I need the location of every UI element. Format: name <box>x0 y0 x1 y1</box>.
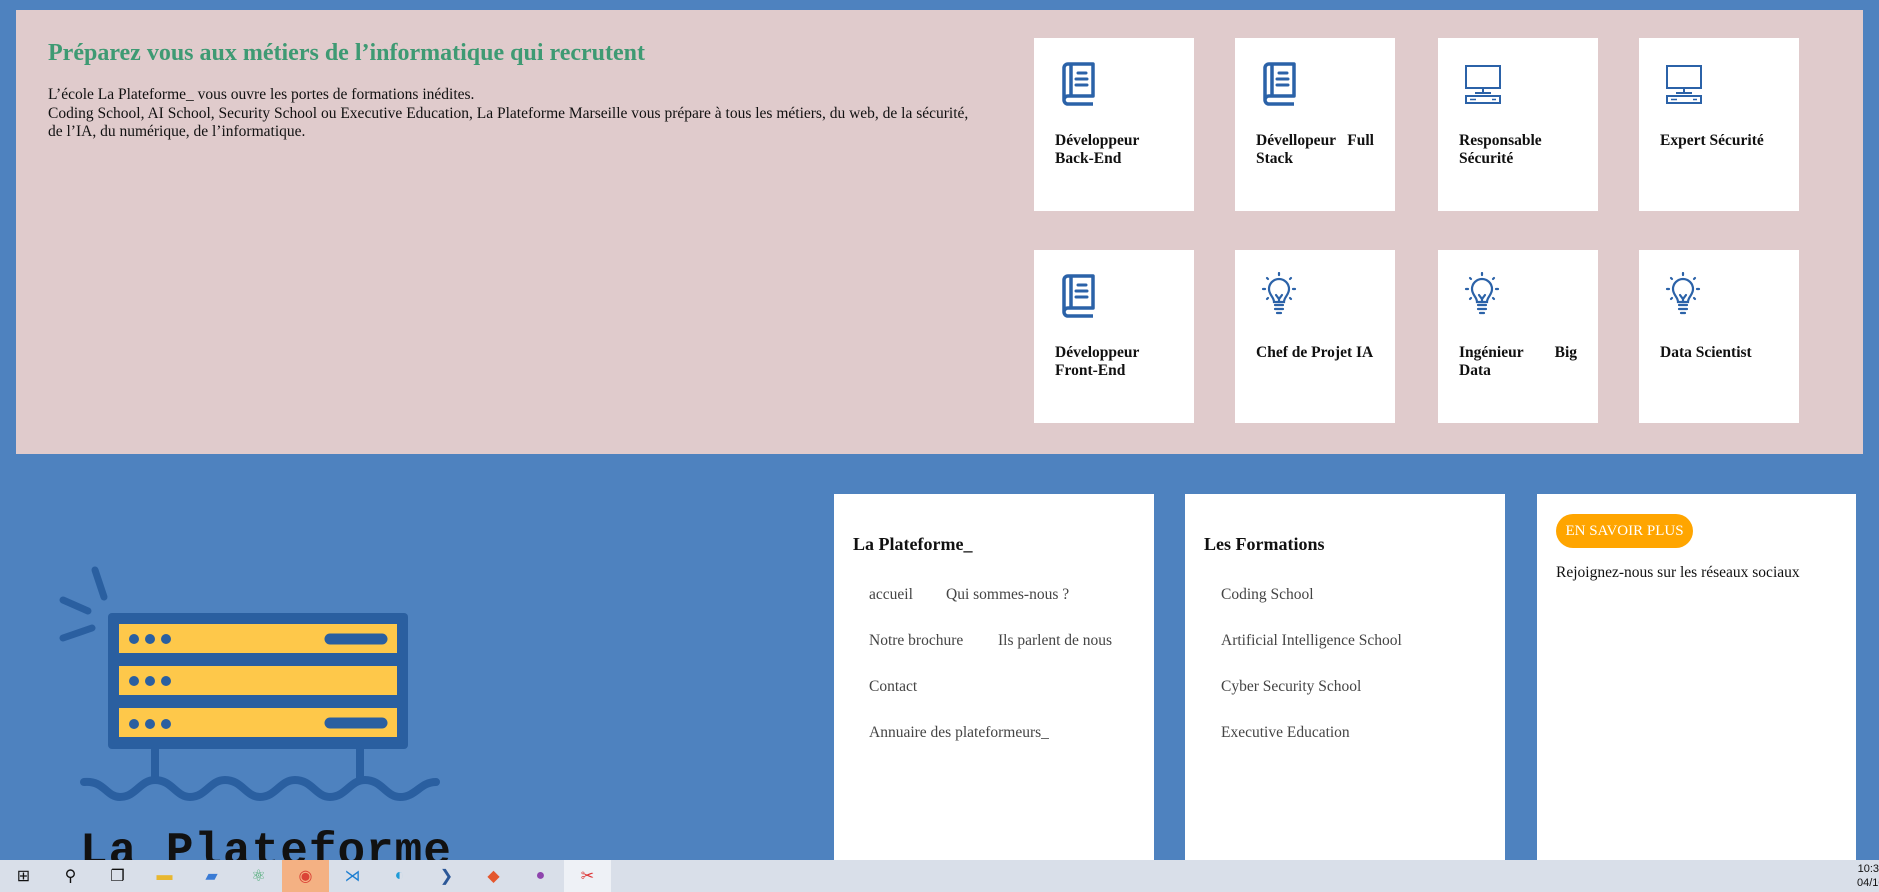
network-icon[interactable]: ▰ <box>188 860 235 892</box>
taskbar: ⊞⚲❐▬▰⚛◉⋊◐❯◆●✂ 10:3 04/10/ <box>0 860 1879 892</box>
vscode-icon[interactable]: ⋊ <box>329 860 376 892</box>
link-cyber-school[interactable]: Cyber Security School <box>1221 678 1361 696</box>
windows-start-icon[interactable]: ⊞ <box>0 860 47 892</box>
git-icon[interactable]: ◆ <box>470 860 517 892</box>
chrome-icon[interactable]: ◉ <box>282 860 329 892</box>
footer-col-title: La Plateforme_ <box>853 534 973 554</box>
clock[interactable]: 10:3 04/10/ <box>1857 862 1879 890</box>
footer-col-social: EN SAVOIR PLUS Rejoignez-nous sur les ré… <box>1537 494 1856 860</box>
clock-time: 10:3 <box>1857 863 1879 875</box>
task-view-icon[interactable]: ❐ <box>94 860 141 892</box>
link-brochure[interactable]: Notre brochure <box>869 632 963 650</box>
file-explorer-icon[interactable]: ▬ <box>141 860 188 892</box>
link-ils-parlent[interactable]: Ils parlent de nous <box>998 632 1112 650</box>
link-coding-school[interactable]: Coding School <box>1221 586 1314 604</box>
link-ai-school[interactable]: Artificial Intelligence School <box>1221 632 1402 650</box>
footer-col-plateforme: La Plateforme_ accueil Qui sommes-nous ?… <box>834 494 1154 860</box>
link-contact[interactable]: Contact <box>869 678 917 696</box>
powershell-icon[interactable]: ❯ <box>423 860 470 892</box>
social-text: Rejoignez-nous sur les réseaux sociaux <box>1556 564 1800 581</box>
paint-icon[interactable]: ✂ <box>564 860 611 892</box>
scrollbar-gutter <box>1856 454 1879 860</box>
link-executive[interactable]: Executive Education <box>1221 724 1350 742</box>
edge-icon[interactable]: ◐ <box>376 860 423 892</box>
search-icon[interactable]: ⚲ <box>47 860 94 892</box>
github-desktop-icon[interactable]: ● <box>517 860 564 892</box>
link-accueil[interactable]: accueil <box>869 586 913 604</box>
footer-col-formations: Les Formations Coding School Artificial … <box>1185 494 1505 860</box>
atom-icon[interactable]: ⚛ <box>235 860 282 892</box>
footer-col-title: Les Formations <box>1204 534 1325 554</box>
clock-date: 04/10/ <box>1857 877 1879 889</box>
en-savoir-plus-button[interactable]: EN SAVOIR PLUS <box>1556 514 1693 548</box>
link-qui-sommes-nous[interactable]: Qui sommes-nous ? <box>946 586 1069 604</box>
link-annuaire[interactable]: Annuaire des plateformeurs_ <box>869 724 1049 742</box>
